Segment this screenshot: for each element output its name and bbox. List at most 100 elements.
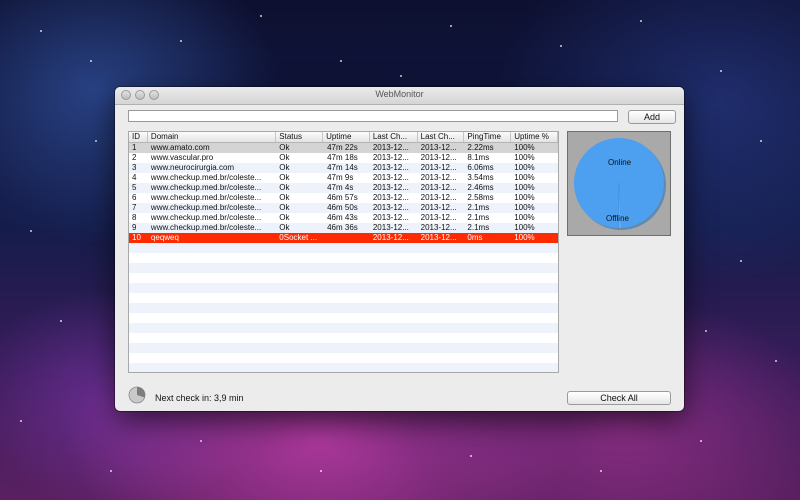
cell-domain: www.neurocirurgia.com [150,163,235,172]
cell-status: Ok [279,183,290,192]
cell-uptime: 47m 18s [327,153,358,162]
cell-domain: www.checkup.med.br/coleste... [150,173,262,182]
empty-row [129,263,558,273]
table-row[interactable]: 2 www.vascular.pro Ok 47m 18s 2013-12...… [129,153,558,163]
cell-ping-time: 2.1ms [467,213,490,222]
cell-last-check-2: 2013-12... [420,153,457,162]
monitor-table[interactable]: ID Domain Status Uptime Last Ch... Last … [128,131,559,373]
cell-last-check-1: 2013-12... [372,193,409,202]
cell-domain: www.checkup.med.br/coleste... [150,193,262,202]
webmonitor-window: WebMonitor Add ID Domain Status Uptime L… [115,87,684,411]
column-header-uptime-percent[interactable]: Uptime % [511,132,558,142]
cell-status: Ok [279,153,290,162]
cell-ping-time: 2.1ms [467,203,490,212]
cell-uptime-percent: 100% [514,223,535,232]
cell-uptime: 47m 14s [327,163,358,172]
cell-id: 8 [132,213,137,222]
cell-id: 9 [132,223,137,232]
cell-ping-time: 6.06ms [467,163,494,172]
title-bar[interactable]: WebMonitor [115,87,684,105]
table-row[interactable]: 9 www.checkup.med.br/coleste... Ok 46m 3… [129,223,558,233]
url-input[interactable] [128,110,618,122]
cell-ping-time: 2.58ms [467,193,494,202]
cell-uptime: 47m 4s [327,183,354,192]
cell-last-check-2: 2013-12... [420,183,457,192]
cell-uptime: 46m 50s [327,203,358,212]
table-row-error[interactable]: 10 qeqweq 0Socket ... 2013-12... 2013-12… [129,233,558,243]
cell-id: 7 [132,203,137,212]
cell-ping-time: 0ms [467,233,483,242]
pie-label-offline: Offline [606,214,629,223]
cell-uptime-percent: 100% [514,213,535,222]
cell-status: Ok [279,223,290,232]
cell-uptime: 46m 43s [327,213,358,222]
cell-ping-time: 3.54ms [467,173,494,182]
column-header-status[interactable]: Status [276,132,324,142]
column-header-domain[interactable]: Domain [148,132,277,142]
empty-row [129,363,558,372]
cell-status: Ok [279,143,290,152]
cell-uptime: 47m 22s [327,143,358,152]
empty-row [129,313,558,323]
cell-last-check-1: 2013-12... [372,203,409,212]
column-header-last-check-2[interactable]: Last Ch... [418,132,465,142]
cell-last-check-2: 2013-12... [420,143,457,152]
cell-uptime [323,233,370,243]
cell-last-check-1: 2013-12... [372,213,409,222]
cell-uptime: 46m 57s [327,193,358,202]
cell-id: 3 [132,163,137,172]
add-button[interactable]: Add [628,110,676,124]
next-check-text: Next check in: 3,9 min [155,393,244,403]
cell-domain: www.checkup.med.br/coleste... [150,213,262,222]
cell-id: 6 [132,193,137,202]
cell-id: 2 [132,153,137,162]
column-header-ping-time[interactable]: PingTime [464,132,512,142]
window-title: WebMonitor [375,89,424,99]
column-header-last-check-1[interactable]: Last Ch... [370,132,418,142]
table-row[interactable]: 6 www.checkup.med.br/coleste... Ok 46m 5… [129,193,558,203]
check-all-button[interactable]: Check All [567,391,671,405]
cell-ping-time: 8.1ms [467,153,490,162]
table-row[interactable]: 1 www.amato.com Ok 47m 22s 2013-12... 20… [129,143,558,153]
cell-status: Ok [279,163,290,172]
empty-row [129,293,558,303]
cell-last-check-2: 2013-12... [420,193,457,202]
table-row[interactable]: 4 www.checkup.med.br/coleste... Ok 47m 9… [129,173,558,183]
cell-domain: qeqweq [150,233,179,242]
cell-ping-time: 2.1ms [467,223,490,232]
cell-domain: www.checkup.med.br/coleste... [150,203,262,212]
cell-uptime: 46m 36s [327,223,358,232]
cell-domain: www.vascular.pro [150,153,214,162]
cell-last-check-1: 2013-12... [372,143,409,152]
empty-row [129,323,558,333]
cell-uptime-percent: 100% [514,233,535,242]
cell-last-check-1: 2013-12... [372,233,409,242]
cell-last-check-2: 2013-12... [420,163,457,172]
cell-last-check-1: 2013-12... [372,153,409,162]
cell-last-check-2: 2013-12... [420,213,457,222]
table-row[interactable]: 8 www.checkup.med.br/coleste... Ok 46m 4… [129,213,558,223]
pie-timer-icon [128,386,146,404]
cell-last-check-2: 2013-12... [420,203,457,212]
table-row[interactable]: 7 www.checkup.med.br/coleste... Ok 46m 5… [129,203,558,213]
empty-row [129,273,558,283]
cell-domain: www.checkup.med.br/coleste... [150,183,262,192]
cell-domain: www.checkup.med.br/coleste... [150,223,262,232]
column-header-uptime[interactable]: Uptime [323,132,370,142]
cell-last-check-2: 2013-12... [420,233,457,242]
cell-status: Ok [279,203,290,212]
cell-uptime-percent: 100% [514,193,535,202]
table-row[interactable]: 5 www.checkup.med.br/coleste... Ok 47m 4… [129,183,558,193]
cell-uptime-percent: 100% [514,173,535,182]
cell-id: 1 [132,143,137,152]
empty-row [129,303,558,313]
cell-uptime-percent: 100% [514,203,535,212]
column-header-id[interactable]: ID [129,132,148,142]
cell-uptime-percent: 100% [514,143,535,152]
table-row[interactable]: 3 www.neurocirurgia.com Ok 47m 14s 2013-… [129,163,558,173]
cell-status: Ok [279,173,290,182]
cell-uptime-percent: 100% [514,163,535,172]
cell-id: 5 [132,183,137,192]
empty-row [129,353,558,363]
empty-row [129,343,558,353]
